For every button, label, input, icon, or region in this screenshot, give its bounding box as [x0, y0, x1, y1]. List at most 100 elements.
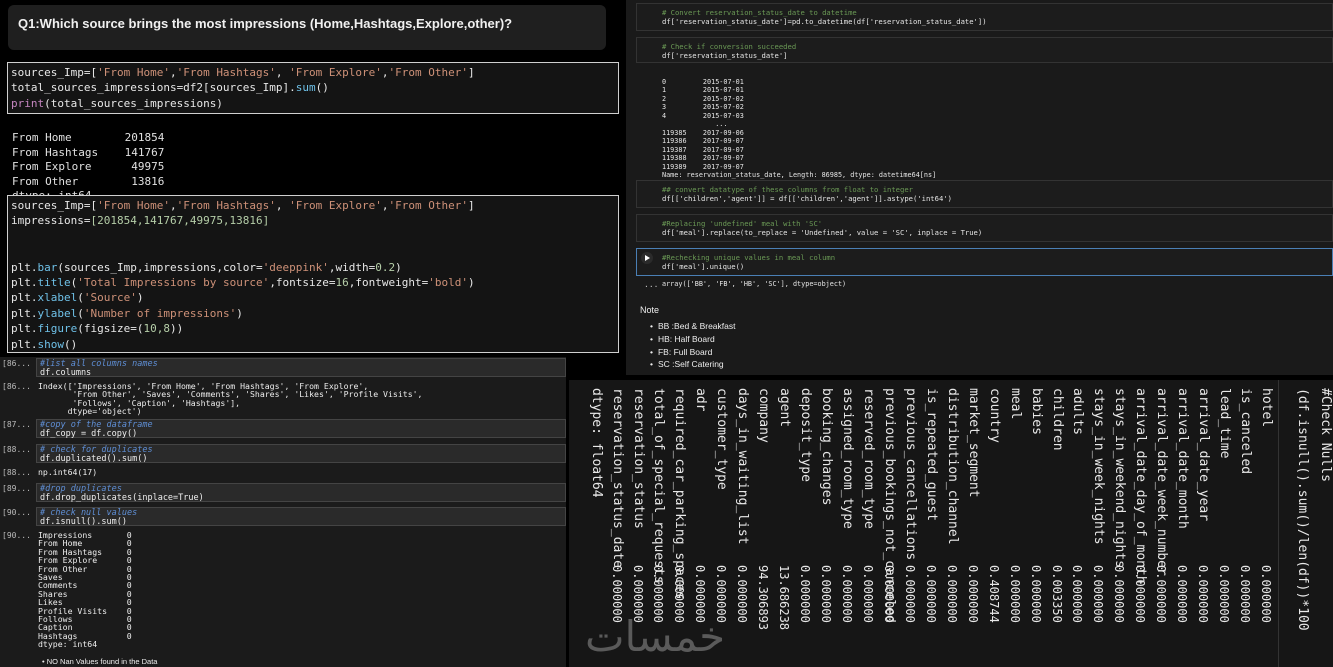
output-line: 0 2015-07-01	[662, 77, 744, 86]
null-row-label: children	[1049, 388, 1065, 451]
code-token: 'Number of impressions'	[83, 306, 237, 320]
code-token: (	[77, 306, 84, 320]
output-line: Name: reservation_status_date, Length: 8…	[662, 171, 937, 179]
cell-divider	[1278, 380, 1279, 667]
code-token: )	[136, 291, 144, 305]
code-token: 'From Other'	[388, 199, 468, 212]
null-row-label: arrival_date_year	[1196, 388, 1212, 522]
cell-number: [87...	[2, 420, 31, 429]
output-line: ...	[662, 120, 728, 128]
null-row-label: adults	[1070, 388, 1086, 435]
output-line: 119387 2017-09-07	[662, 145, 744, 154]
null-row-label: customer_type	[714, 388, 730, 490]
code-token: plt.	[11, 337, 38, 351]
null-row-label: reserved_room_type	[860, 388, 876, 529]
run-cell-icon[interactable]	[640, 251, 654, 265]
code-comment: #Replacing 'undefined' meal with 'SC'	[662, 219, 823, 228]
code-cell-duplicated[interactable]: # check for duplicates df.duplicated().s…	[36, 444, 566, 463]
note-heading: Note	[640, 305, 660, 315]
note-item: FB: Full Board	[650, 347, 712, 357]
null-row-label: babies	[1028, 388, 1044, 435]
code-token: plt.	[11, 260, 38, 274]
code-cell-sources-sum[interactable]: sources_Imp=['From Home','From Hashtags'…	[7, 62, 619, 114]
code-cell-convert-datetime[interactable]: # Convert reservation_status_date to dat…	[636, 3, 1333, 31]
null-row-value: 13.686238	[777, 565, 792, 631]
code-token: 10,8	[143, 322, 170, 336]
code-token: plt.	[11, 276, 38, 290]
null-row-value: 0.000000	[1175, 565, 1190, 623]
cell-number: [88...	[2, 445, 31, 454]
null-row-label: stays_in_week_nights	[1091, 388, 1107, 545]
output-line: 4 2015-07-03	[662, 111, 744, 120]
code-cell-replace-meal[interactable]: #Replacing 'undefined' meal with 'SC' df…	[636, 214, 1333, 242]
null-row-value: 0.000000	[1091, 565, 1106, 623]
null-row-value: 0.000000	[965, 565, 980, 623]
null-row-label: arrival_date_month	[1175, 388, 1191, 529]
null-row-value: 0.000000	[1133, 565, 1148, 623]
code-line: df[['children','agent']] = df[['children…	[662, 194, 952, 203]
notebook-panel-top-right: # Convert reservation_status_date to dat…	[626, 0, 1333, 375]
code-token: total_sources_impressions=df2[sources_Im…	[11, 81, 296, 95]
code-token: plt.	[11, 291, 38, 305]
code-cell-drop-duplicates[interactable]: #drop duplicates df.drop_duplicates(inpl…	[36, 483, 566, 502]
output-line: 2 2015-07-02	[662, 94, 744, 103]
output-datetime-series: 0 2015-07-01 1 2015-07-01 2 2015-07-02 3 20…	[662, 69, 936, 180]
output-line: From Hashtags 141767	[12, 145, 165, 159]
code-token: figure	[37, 322, 78, 336]
null-row-label: is_repeated_guest	[923, 388, 939, 522]
output-line: From Explore 49975	[12, 160, 165, 174]
notebook-panel-bottom-left: [86... #list all columns names df.column…	[0, 357, 566, 667]
code-comment: #Check Nulls	[1318, 388, 1333, 482]
null-row-label: days_in_waiting_list	[735, 388, 751, 545]
null-row-value: 0.000000	[881, 565, 896, 623]
code-token: 'From Home'	[97, 199, 170, 212]
null-row-value: 0.000000	[798, 565, 813, 623]
code-token: )	[236, 306, 243, 320]
code-comment: # Check if conversion succeeded	[662, 42, 797, 51]
null-row-value: 0.000000	[1070, 565, 1085, 623]
code-token: 0.2	[375, 260, 396, 274]
code-token: 'From Home'	[97, 66, 170, 79]
code-cell-bar-plot[interactable]: sources_Imp=['From Home','From Hashtags'…	[7, 195, 619, 353]
code-token: show	[37, 337, 65, 351]
code-cell-isnull[interactable]: # check null values df.isnull().sum()	[36, 507, 566, 526]
code-token: ,fontsize=	[269, 276, 336, 290]
code-cell-copy[interactable]: #copy of the dataframe df_copy = df.copy…	[36, 419, 566, 438]
output-unique-array: array(['BB', 'FB', 'HB', 'SC'], dtype=ob…	[662, 280, 847, 288]
code-cell-astype[interactable]: ## convert datatype of these columns fro…	[636, 180, 1333, 208]
null-row-value: 0.000000	[860, 565, 875, 623]
code-token: ]	[468, 66, 475, 79]
null-row-value: 0.000000	[1259, 565, 1273, 623]
null-row-value: 0.408744	[986, 565, 1001, 623]
null-row-value: 0.000000	[1196, 565, 1211, 623]
code-token: (	[77, 291, 84, 305]
null-row-label: company	[756, 388, 772, 443]
footer-note: • NO Nan Values found in the Data	[42, 657, 158, 666]
code-token: sum	[295, 81, 316, 95]
code-token: 'bold'	[428, 276, 469, 290]
code-cell-columns[interactable]: #list all columns names df.columns	[36, 358, 566, 377]
null-row-label: market_segment	[965, 388, 981, 498]
code-line: df.isnull().sum()	[40, 516, 127, 527]
null-row-label: reservation_status_date	[609, 388, 625, 569]
null-row-value: 0.000000	[923, 565, 938, 623]
code-token: (figsize=(	[77, 322, 144, 336]
note-item: BB :Bed & Breakfast	[650, 321, 735, 331]
code-token: 16	[335, 276, 349, 290]
cell-number: [86...	[2, 359, 31, 368]
cell-number: [90...	[2, 531, 31, 540]
code-token: 'deeppink'	[262, 260, 329, 274]
code-token: bar	[37, 260, 58, 274]
code-comment: ## convert datatype of these columns fro…	[662, 185, 913, 194]
null-row-label: is_canceled	[1238, 388, 1254, 475]
null-row-value: 0.000000	[714, 565, 729, 623]
output-line: 1 2015-07-01	[662, 86, 744, 94]
question-header: Q1:Which source brings the most impressi…	[8, 5, 606, 50]
code-cell-unique-meal[interactable]: #Rechecking unique values in meal column…	[636, 248, 1333, 276]
null-row-label: deposit_type	[798, 388, 814, 482]
code-cell-check-conversion[interactable]: # Check if conversion succeeded df['rese…	[636, 37, 1333, 63]
null-row-value: 0.000000	[819, 565, 834, 623]
output-line: 119385 2017-09-06	[662, 128, 744, 137]
output-sources-sum: From Home 201854 From Hashtags 141767 From…	[12, 117, 164, 203]
question-text: Q1:Which source brings the most impressi…	[18, 16, 513, 31]
